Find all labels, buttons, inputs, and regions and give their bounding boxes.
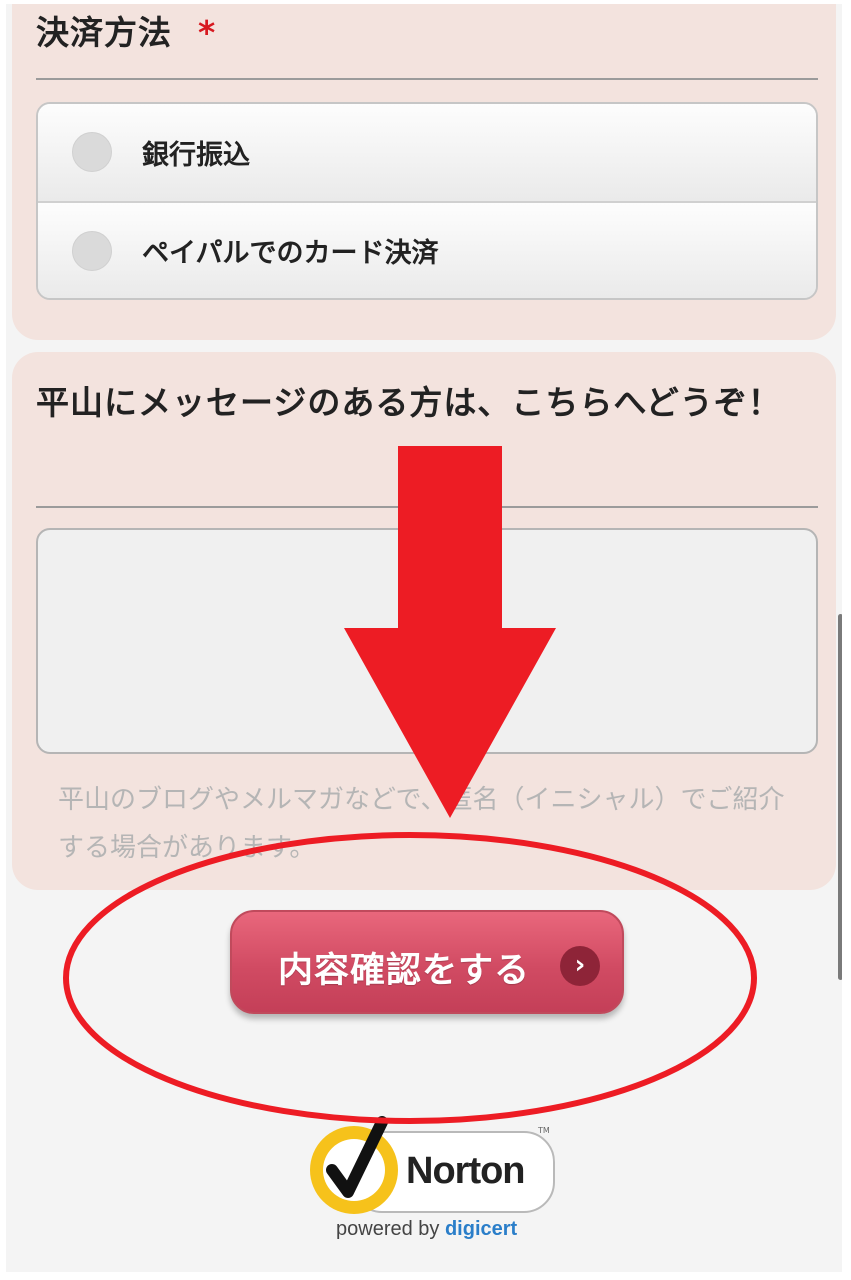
radio-circle-icon[interactable] (72, 132, 112, 172)
norton-seal[interactable]: Norton TM powered by digicert (302, 1110, 562, 1250)
scrollbar[interactable] (838, 614, 842, 980)
required-asterisk: * (198, 13, 217, 52)
radio-circle-icon[interactable] (72, 231, 112, 271)
divider (36, 78, 818, 80)
powered-by-text: powered by digicert (336, 1218, 517, 1241)
page-frame: 決済方法 * 銀行振込 ペイパルでのカード決済 平山にメッセージのある方は、こちら… (6, 4, 842, 1272)
payment-radio-group: 銀行振込 ペイパルでのカード決済 (36, 102, 818, 300)
confirm-button[interactable]: 内容確認をする › (230, 910, 624, 1014)
powered-by-prefix: powered by (336, 1218, 445, 1240)
message-helper-text: 平山のブログやメルマガなどで、匿名（イニシャル）でご紹介する場合があります。 (58, 785, 785, 863)
divider (36, 506, 818, 508)
payment-method-title-text: 決済方法 (36, 13, 172, 52)
payment-method-title: 決済方法 * (36, 4, 216, 64)
message-card: 平山にメッセージのある方は、こちらへどうぞ！ 平山のブログやメルマガなどで、匿名… (12, 352, 836, 890)
message-title: 平山にメッセージのある方は、こちらへどうぞ！ (36, 383, 782, 422)
radio-option-label: ペイパルでのカード決済 (142, 238, 439, 269)
norton-wordmark: Norton (406, 1150, 526, 1192)
digicert-logo: digicert (444, 1218, 518, 1240)
message-textarea[interactable] (36, 528, 818, 754)
payment-method-card: 決済方法 * 銀行振込 ペイパルでのカード決済 (12, 4, 836, 340)
radio-option-paypal-card[interactable]: ペイパルでのカード決済 (38, 201, 816, 298)
radio-option-bank-transfer[interactable]: 銀行振込 (38, 104, 816, 201)
confirm-button-label: 内容確認をする (278, 951, 531, 991)
norton-tm: TM (538, 1126, 550, 1135)
radio-option-label: 銀行振込 (142, 140, 250, 171)
chevron-right-icon: › (560, 946, 600, 986)
